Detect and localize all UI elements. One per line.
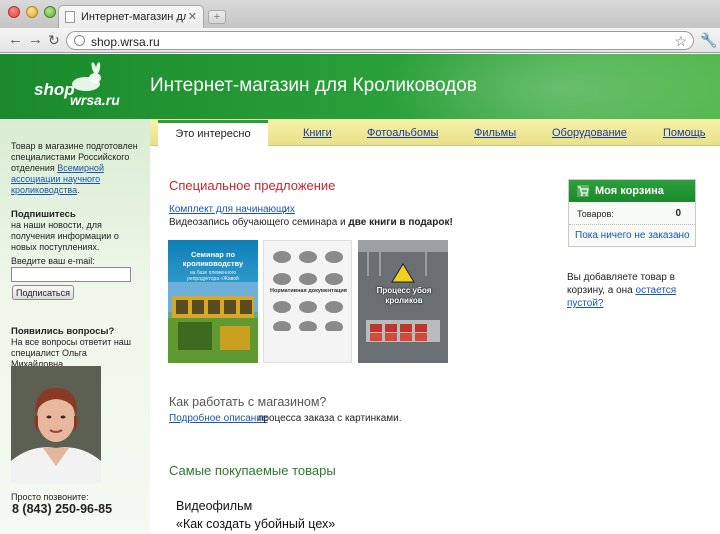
video-line-2: «Как создать убойный цех» xyxy=(176,517,336,531)
about-text-end: . xyxy=(77,185,80,195)
logo-shop-text: shop xyxy=(34,80,75,99)
zoom-window-button[interactable] xyxy=(44,6,56,18)
cart-title: Моя корзина xyxy=(595,185,664,197)
cart-divider xyxy=(569,224,695,225)
product-normative-docs[interactable]: Нормативная документация xyxy=(263,240,352,363)
cart-icon xyxy=(577,185,589,197)
bestsellers-heading: Самые покупаемые товары xyxy=(169,463,336,478)
book2-title: Нормативная документация xyxy=(268,287,349,295)
bookmark-star-icon[interactable]: ☆ xyxy=(674,33,687,50)
tab-equipment[interactable]: Оборудование xyxy=(552,127,627,139)
minimize-window-button[interactable] xyxy=(26,6,38,18)
tab-title: Интернет-магазин для Кролик xyxy=(81,11,186,23)
product-seminar-dvd[interactable]: Семинар по кролиководству на базе племен… xyxy=(168,240,258,363)
tab-books[interactable]: Книги xyxy=(303,127,332,139)
book3-title: Процесс убоя кроликов xyxy=(376,286,432,305)
how-to-heading: Как работать с магазином? xyxy=(169,395,327,409)
kit-desc-text: Видеозапись обучающего семинара и xyxy=(169,217,349,228)
new-tab-button[interactable]: + xyxy=(208,10,226,24)
globe-icon xyxy=(74,35,85,46)
cart-header[interactable]: Моя корзина xyxy=(569,180,695,202)
back-arrow-icon[interactable]: ← xyxy=(8,32,23,48)
address-bar[interactable]: shop.wrsa.ru ☆ xyxy=(66,31,694,50)
email-field[interactable] xyxy=(11,267,131,282)
email-label: Введите ваш e-mail: xyxy=(11,256,95,266)
video-product-title[interactable]: Видеофильм «Как создать убойный цех» xyxy=(176,497,335,533)
video-line-1: Видеофильм xyxy=(176,499,253,513)
left-sidebar: Товар в магазине подготовлен специалиста… xyxy=(0,119,150,534)
starter-kit-link[interactable]: Комплект для начинающих xyxy=(169,204,295,215)
tab-help[interactable]: Помощь xyxy=(663,127,706,139)
browser-titlebar: Интернет-магазин для Кролик ✕ + xyxy=(0,0,720,28)
tab-photo-albums[interactable]: Фотоальбомы xyxy=(367,127,438,139)
questions-title: Появились вопросы? xyxy=(11,326,115,337)
about-text: Товар в магазине подготовлен специалиста… xyxy=(11,141,146,196)
special-offer-heading: Специальное предложение xyxy=(169,178,336,193)
logo-domain-text: wrsa.ru xyxy=(70,92,120,108)
specialist-portrait-image xyxy=(11,366,101,483)
cart-empty-link[interactable]: Пока ничего не заказано xyxy=(575,230,690,241)
cart-items-label: Товаров: xyxy=(577,209,614,219)
subscribe-text: на наши новости, для получения информаци… xyxy=(11,220,119,252)
page-icon xyxy=(65,11,75,23)
reload-icon[interactable]: ↻ xyxy=(48,32,60,48)
subscribe-title: Подпишитесь xyxy=(11,209,76,220)
detailed-description-link[interactable]: Подробное описание xyxy=(169,413,267,424)
wrench-icon[interactable]: 🔧 xyxy=(700,32,717,49)
rabbit-cages-image xyxy=(168,282,258,363)
starter-kit-colon: : xyxy=(283,204,286,215)
subscribe-button[interactable]: Подписаться xyxy=(12,285,74,300)
phone-number: 8 (843) 250-96-85 xyxy=(12,502,113,516)
rabbit-grid-image xyxy=(273,251,343,333)
kit-desc-bold: две книги в подарок! xyxy=(348,217,453,228)
site-title: Интернет-магазин для Кролиководов xyxy=(150,75,477,96)
browser-tab[interactable]: Интернет-магазин для Кролик ✕ xyxy=(58,5,204,28)
cart-items-count: 0 xyxy=(675,208,681,219)
main-content: Специальное предложение Комплект для нач… xyxy=(150,147,720,534)
category-navbar: Это интересно Книги Фотоальбомы Фильмы О… xyxy=(150,119,720,147)
product-slaughter-album[interactable]: Процесс убоя кроликов xyxy=(358,240,448,363)
how-to-text: процесса заказа с картинками. xyxy=(258,413,402,424)
book1-title: Семинар по кролиководству xyxy=(182,250,244,268)
cart-help-note: Вы добавляете товар в корзину, а она ост… xyxy=(567,271,707,310)
tab-interesting[interactable]: Это интересно xyxy=(158,120,268,147)
starter-kit-description: Видеозапись обучающего семинара и две кн… xyxy=(169,217,453,228)
site-header: shop wrsa.ru Интернет-магазин для Кролик… xyxy=(0,54,720,119)
close-tab-icon[interactable]: ✕ xyxy=(188,10,197,23)
tab-films[interactable]: Фильмы xyxy=(474,127,516,139)
browser-toolbar: ← → ↻ shop.wrsa.ru ☆ 🔧 xyxy=(0,28,720,53)
close-window-button[interactable] xyxy=(8,6,20,18)
site-logo[interactable]: shop wrsa.ru xyxy=(32,62,132,110)
specialist-photo xyxy=(11,366,101,483)
forward-arrow-icon[interactable]: → xyxy=(28,32,43,48)
url-text[interactable]: shop.wrsa.ru xyxy=(91,35,160,49)
cart-box: Моя корзина Товаров: 0 Пока ничего не за… xyxy=(568,179,696,247)
